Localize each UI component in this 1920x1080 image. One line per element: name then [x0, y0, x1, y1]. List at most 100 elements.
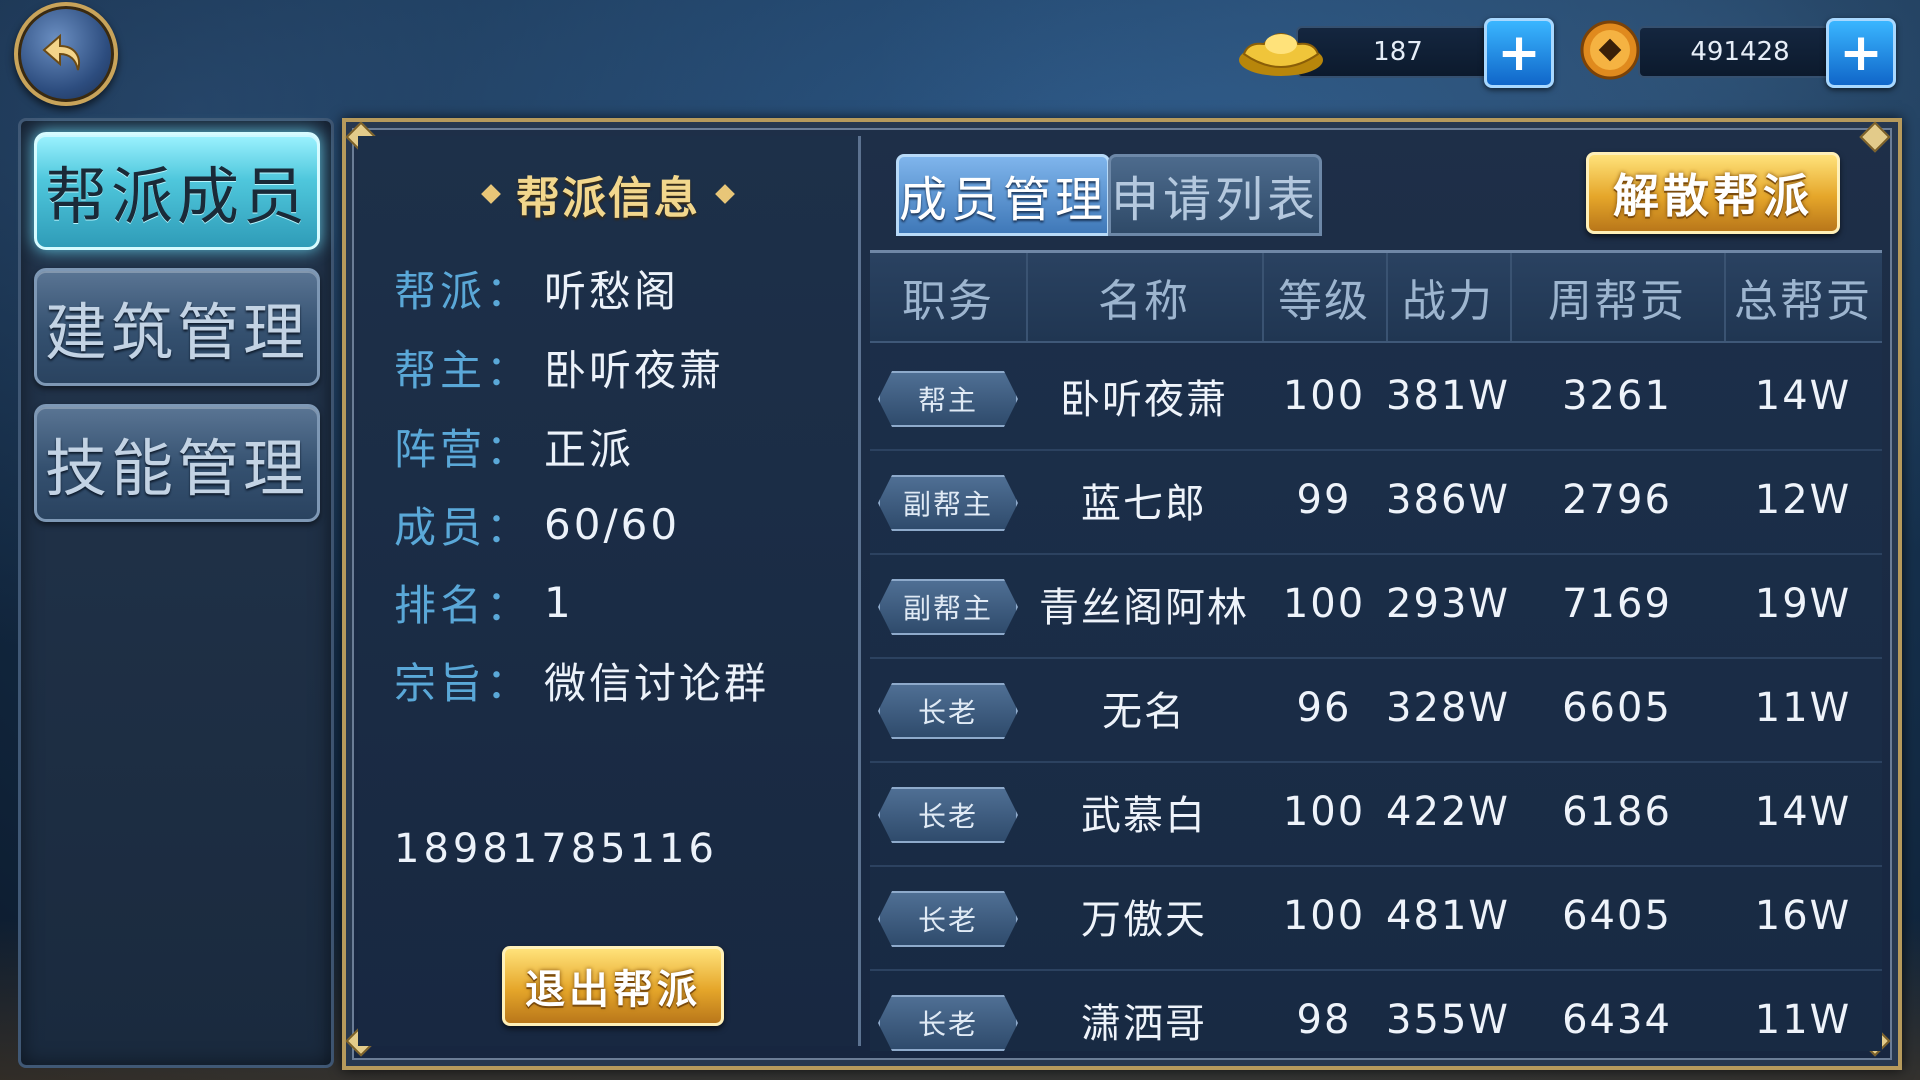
guild-motto-row: 宗旨： 微信讨论群	[394, 650, 769, 710]
member-level: 100	[1282, 373, 1366, 419]
guild-motto-value: 微信讨论群	[544, 658, 770, 708]
column-header-weekly-contribution: 周帮贡	[1510, 253, 1726, 341]
member-weekly-contribution: 6405	[1562, 893, 1672, 939]
back-button[interactable]	[14, 2, 118, 106]
copper-coin-currency: 491428 +	[1578, 18, 1896, 88]
member-name: 卧听夜萧	[1060, 377, 1228, 423]
guild-info-title: 帮派信息	[516, 173, 700, 224]
sidebar-item-guild-members[interactable]: 帮派成员	[34, 132, 320, 250]
guild-leader-label: 帮主：	[394, 345, 533, 395]
column-header-level: 等级	[1262, 253, 1388, 341]
guild-faction-row: 阵营： 正派	[394, 416, 634, 476]
role-badge: 副帮主	[878, 475, 1018, 531]
role-badge: 副帮主	[878, 579, 1018, 635]
table-row[interactable]: 长老 万傲天 100 481W 6405 16W	[870, 865, 1882, 971]
member-weekly-contribution: 2796	[1562, 477, 1672, 523]
member-level: 100	[1282, 789, 1366, 835]
member-name: 潇洒哥	[1081, 1001, 1207, 1047]
guild-rank-value: 1	[544, 577, 574, 627]
member-total-contribution: 14W	[1754, 789, 1852, 835]
role-badge: 长老	[878, 891, 1018, 947]
role-badge: 长老	[878, 683, 1018, 739]
member-weekly-contribution: 6434	[1562, 997, 1672, 1043]
gold-ingot-icon	[1239, 33, 1323, 76]
guild-rank-label: 排名：	[394, 580, 533, 630]
guild-faction-label: 阵营：	[394, 424, 533, 474]
guild-members-label: 成员：	[394, 502, 533, 552]
guild-faction-value: 正派	[544, 424, 635, 474]
quit-guild-button[interactable]: 退出帮派	[502, 946, 724, 1026]
sidebar-item-skill-management[interactable]: 技能管理	[34, 404, 320, 522]
member-total-contribution: 16W	[1754, 893, 1852, 939]
member-table-header: 职务 名称 等级 战力 周帮贡 总帮贡	[870, 253, 1882, 343]
table-row[interactable]: 长老 武慕白 100 422W 6186 14W	[870, 761, 1882, 867]
member-name: 青丝阁阿林	[1039, 585, 1249, 631]
diamond-ornament-icon	[715, 184, 735, 204]
sidebar	[18, 118, 334, 1068]
table-row[interactable]: 副帮主 蓝七郎 99 386W 2796 12W	[870, 449, 1882, 555]
guild-name-label: 帮派：	[394, 266, 533, 316]
role-badge: 长老	[878, 787, 1018, 843]
member-weekly-contribution: 6186	[1562, 789, 1672, 835]
add-copper-coin-button[interactable]: +	[1826, 18, 1896, 88]
guild-leader-row: 帮主： 卧听夜萧	[394, 337, 724, 397]
tab-application-list[interactable]: 申请列表	[1108, 154, 1322, 236]
member-level: 98	[1296, 997, 1352, 1043]
copper-coin-amount: 491428	[1638, 26, 1842, 78]
member-power: 481W	[1386, 893, 1510, 939]
member-total-contribution: 12W	[1754, 477, 1852, 523]
member-total-contribution: 11W	[1754, 685, 1852, 731]
plus-icon: +	[1839, 23, 1883, 83]
member-power: 381W	[1386, 373, 1510, 419]
sidebar-item-building-management[interactable]: 建筑管理	[34, 268, 320, 386]
guild-name-value: 听愁阁	[544, 266, 680, 316]
member-power: 386W	[1386, 477, 1510, 523]
guild-leader-value: 卧听夜萧	[544, 345, 725, 395]
member-total-contribution: 14W	[1754, 373, 1852, 419]
table-row[interactable]: 长老 潇洒哥 98 355W 6434 11W	[870, 969, 1882, 1051]
gold-ingot-amount: 187	[1296, 26, 1500, 78]
guild-name-row: 帮派： 听愁阁	[394, 258, 679, 318]
role-badge: 长老	[878, 995, 1018, 1051]
member-level: 96	[1296, 685, 1352, 731]
member-power: 422W	[1386, 789, 1510, 835]
column-header-role: 职务	[870, 253, 1028, 341]
guild-members-row: 成员： 60/60	[394, 494, 680, 554]
table-row[interactable]: 副帮主 青丝阁阿林 100 293W 7169 19W	[870, 553, 1882, 659]
member-level: 100	[1282, 893, 1366, 939]
gold-ingot-currency: 187 +	[1236, 18, 1554, 88]
diamond-ornament-icon	[481, 184, 501, 204]
member-total-contribution: 19W	[1754, 581, 1852, 627]
guild-motto-label: 宗旨：	[394, 658, 533, 708]
guild-members-value: 60/60	[544, 499, 681, 549]
member-table: 职务 名称 等级 战力 周帮贡 总帮贡 帮主 卧听夜萧 100 381W 326…	[870, 250, 1882, 1051]
table-row[interactable]: 长老 无名 96 328W 6605 11W	[870, 657, 1882, 763]
member-name: 蓝七郎	[1081, 481, 1207, 527]
member-total-contribution: 11W	[1754, 997, 1852, 1043]
member-weekly-contribution: 3261	[1562, 373, 1672, 419]
column-header-total-contribution: 总帮贡	[1734, 276, 1872, 327]
guild-rank-row: 排名： 1	[394, 572, 574, 632]
member-power: 293W	[1386, 581, 1510, 627]
member-name: 无名	[1102, 689, 1186, 735]
guild-info-panel: 帮派信息 帮派： 听愁阁 帮主： 卧听夜萧 阵营： 正派 成员： 60/60 排…	[358, 136, 861, 1046]
guild-motto-continuation: 18981785116	[394, 826, 718, 872]
member-level: 100	[1282, 581, 1366, 627]
back-arrow-icon	[42, 33, 80, 71]
member-weekly-contribution: 6605	[1562, 685, 1672, 731]
guild-info-header: 帮派信息	[358, 164, 858, 224]
tab-member-management[interactable]: 成员管理	[896, 154, 1110, 236]
add-gold-ingot-button[interactable]: +	[1484, 18, 1554, 88]
member-name: 武慕白	[1081, 793, 1207, 839]
table-row[interactable]: 帮主 卧听夜萧 100 381W 3261 14W	[870, 345, 1882, 451]
member-power: 355W	[1386, 997, 1510, 1043]
member-power: 328W	[1386, 685, 1510, 731]
column-header-power: 战力	[1386, 253, 1512, 341]
member-level: 99	[1296, 477, 1352, 523]
plus-icon: +	[1497, 23, 1541, 83]
member-weekly-contribution: 7169	[1562, 581, 1672, 627]
member-name: 万傲天	[1081, 897, 1207, 943]
copper-coin-icon	[1580, 20, 1640, 80]
role-badge: 帮主	[878, 371, 1018, 427]
disband-guild-button[interactable]: 解散帮派	[1586, 152, 1840, 234]
